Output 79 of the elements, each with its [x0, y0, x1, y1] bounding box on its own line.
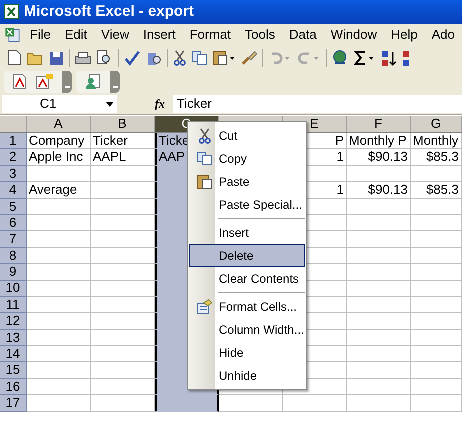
menu-item[interactable]: Format — [182, 25, 238, 45]
research-icon[interactable] — [146, 50, 162, 66]
row-header[interactable]: 13 — [0, 330, 27, 346]
column-header[interactable]: A — [27, 116, 91, 132]
menu-item[interactable]: Window — [324, 25, 384, 45]
row-header[interactable]: 2 — [0, 149, 27, 166]
table-cell[interactable]: $90.13 — [347, 149, 411, 166]
toolbar-options-handle[interactable] — [110, 71, 120, 93]
copy-icon[interactable] — [192, 50, 208, 66]
menu-item[interactable]: Insert — [136, 25, 183, 45]
table-cell[interactable]: Apple Inc — [27, 149, 91, 166]
spreadsheet-icon — [4, 4, 20, 20]
table-cell[interactable]: Monthly P — [347, 133, 411, 150]
row-header[interactable]: 5 — [0, 198, 27, 215]
menu-item[interactable]: Data — [282, 25, 324, 45]
menu-item[interactable]: Tools — [238, 25, 282, 45]
menu-item[interactable]: Help — [384, 25, 425, 45]
scissors-icon[interactable] — [173, 50, 187, 66]
table-cell[interactable] — [155, 395, 219, 412]
menu-item[interactable]: File — [23, 25, 58, 45]
workbook-icon[interactable] — [4, 26, 22, 44]
toolbar-options-handle[interactable] — [62, 71, 72, 93]
sort-ascending-icon[interactable] — [381, 50, 397, 66]
menu-option[interactable]: Unhide — [189, 364, 305, 387]
menu-option[interactable]: Hide — [189, 341, 305, 364]
menu-option[interactable]: Column Width... — [189, 318, 305, 341]
redo-icon[interactable] — [297, 50, 321, 66]
row-header[interactable]: 15 — [0, 362, 27, 379]
paintbrush-icon[interactable] — [241, 50, 257, 66]
printer-icon[interactable] — [75, 50, 92, 66]
new-document-icon[interactable] — [8, 50, 22, 66]
sort-descending-icon[interactable] — [402, 50, 410, 66]
spelling-check-icon[interactable] — [124, 50, 141, 66]
folder-icon[interactable] — [27, 50, 44, 66]
table-cell[interactable]: $85.3 — [411, 182, 462, 199]
pdf-comment-icon[interactable] — [36, 74, 54, 90]
column-header[interactable]: G — [411, 116, 462, 132]
menu-option[interactable]: Clear Contents — [189, 267, 305, 290]
row-header[interactable]: 16 — [0, 378, 27, 396]
column-header[interactable]: F — [347, 116, 411, 132]
row-header[interactable]: 17 — [0, 395, 27, 412]
format-cells-icon — [196, 298, 212, 314]
row-header[interactable]: 6 — [0, 214, 27, 232]
row-header[interactable]: 10 — [0, 280, 27, 297]
table-cell[interactable]: Average — [27, 182, 91, 199]
menu-item[interactable]: View — [94, 25, 136, 45]
function-button[interactable]: fx — [155, 95, 173, 113]
row-header[interactable]: 14 — [0, 346, 27, 362]
scissors-icon — [198, 128, 212, 144]
menu-option[interactable]: Format Cells... — [189, 295, 305, 318]
row-header[interactable]: 11 — [0, 296, 27, 314]
formula-input[interactable]: Ticker — [173, 95, 462, 113]
clipboard-icon[interactable] — [213, 50, 236, 66]
table-cell[interactable]: $90.13 — [347, 182, 411, 199]
sum-icon[interactable] — [354, 50, 376, 66]
row-header[interactable]: 12 — [0, 313, 27, 330]
menu-item[interactable]: Edit — [58, 25, 94, 45]
menu-option[interactable]: Insert — [189, 221, 305, 244]
menu-option[interactable]: Delete — [189, 244, 305, 267]
table-cell[interactable]: $85.3 — [411, 149, 462, 166]
window-title: Microsoft Excel - export — [24, 2, 194, 22]
table-cell[interactable]: Monthly — [411, 133, 462, 150]
name-box[interactable]: C1 — [2, 95, 117, 113]
dropdown-arrow-icon — [106, 102, 114, 106]
row-header[interactable]: 1 — [0, 133, 27, 150]
magnifier-page-icon[interactable] — [97, 50, 113, 66]
row-header[interactable]: 9 — [0, 264, 27, 281]
row-header[interactable]: 8 — [0, 248, 27, 264]
table-cell[interactable]: Company — [27, 133, 91, 150]
row-header[interactable]: 4 — [0, 182, 27, 199]
formula-text: Ticker — [177, 95, 212, 114]
row-header[interactable]: 7 — [0, 231, 27, 248]
copy-icon — [196, 152, 212, 166]
menu-item[interactable]: Ado — [424, 25, 462, 45]
person-document-icon[interactable] — [84, 74, 102, 90]
pdf-document-icon[interactable] — [12, 74, 28, 90]
clipboard-icon — [196, 174, 212, 190]
row-header[interactable]: 3 — [0, 166, 27, 182]
globe-link-icon[interactable] — [332, 50, 349, 66]
